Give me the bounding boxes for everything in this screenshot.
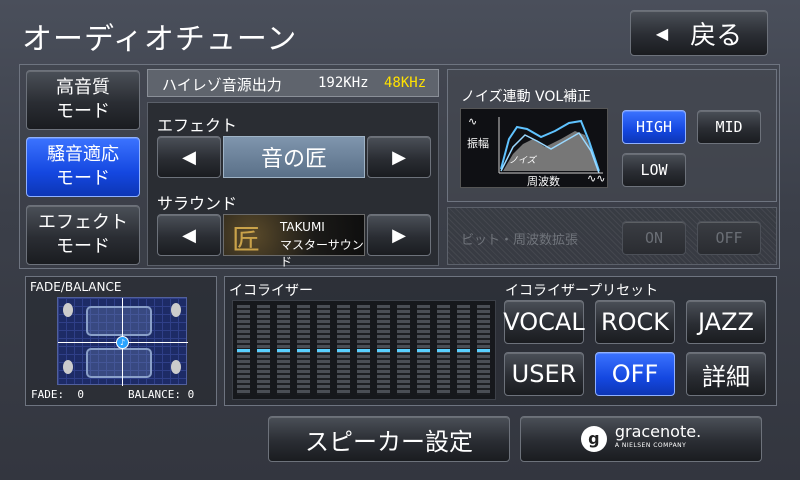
noise-graph: ∿ 振幅 ノイズ 周波数 ∿∿ (460, 108, 608, 188)
bit-off-button[interactable]: OFF (697, 221, 761, 255)
effect-label: エフェクト (157, 116, 238, 135)
left-arrow-icon: ◀ (182, 146, 196, 168)
frequency-wave-icon: ∿∿ (587, 172, 606, 185)
eq-band-level (377, 349, 390, 352)
eq-band-level (237, 349, 250, 352)
speaker-front-left-icon (63, 303, 73, 317)
effect-prev-button[interactable]: ◀ (157, 136, 221, 178)
eq-band-level (357, 349, 370, 352)
equalizer-title: イコライザー (229, 283, 313, 299)
surround-logo-line2: マスターサウンド (280, 238, 364, 269)
hires-rate-192: 192KHz (318, 75, 369, 91)
surround-prev-button[interactable]: ◀ (157, 214, 221, 256)
surround-logo-line1: TAKUMI (280, 220, 325, 234)
graph-noise-label: ノイズ (509, 156, 536, 166)
hires-label: ハイレゾ音源出力 (162, 76, 282, 94)
gracenote-subtitle: A NIELSEN COMPANY (614, 442, 687, 449)
preset-detail-button[interactable]: 詳細 (686, 352, 766, 396)
gracenote-logo-icon: g (580, 426, 607, 452)
eq-band-level (477, 349, 490, 352)
high-quality-mode-button[interactable]: 高音質 モード (26, 70, 140, 130)
bit-on-button[interactable]: ON (622, 221, 686, 255)
surround-next-button[interactable]: ▶ (367, 214, 431, 256)
equalizer-bands[interactable] (232, 300, 496, 400)
effect-next-button[interactable]: ▶ (367, 136, 431, 178)
front-seats-icon (86, 306, 152, 336)
balance-value-text: BALANCE: 0 (128, 388, 195, 401)
right-arrow-icon: ▶ (392, 224, 406, 246)
noise-vol-title: ノイズ連動 VOL補正 (461, 89, 592, 105)
amplitude-wave-icon: ∿ (468, 115, 478, 128)
speaker-front-right-icon (171, 303, 181, 317)
back-label: 戻る (690, 20, 743, 51)
preset-rock-button[interactable]: ROCK (595, 300, 675, 344)
speaker-rear-left-icon (63, 360, 73, 374)
hires-rate-48: 48KHz (384, 75, 427, 91)
noise-low-button[interactable]: LOW (622, 153, 686, 187)
hires-output-bar: ハイレゾ音源出力 192KHz 48KHz (147, 69, 439, 97)
graph-x-label: 周波数 (527, 175, 560, 188)
eq-band-level (257, 349, 270, 352)
noise-mid-button[interactable]: MID (697, 110, 761, 144)
listening-position-marker-icon[interactable]: ♪ (116, 336, 129, 349)
left-arrow-icon: ◀ (182, 224, 196, 246)
back-button[interactable]: ◀ 戻る (630, 10, 768, 56)
rear-seats-icon (86, 348, 152, 378)
preset-off-button[interactable]: OFF (595, 352, 675, 396)
eq-band-level (417, 349, 430, 352)
surround-label: サラウンド (157, 194, 238, 213)
right-arrow-icon: ▶ (392, 146, 406, 168)
back-arrow-icon: ◀ (655, 23, 669, 43)
takumi-emblem-icon: 匠 (232, 223, 261, 256)
fade-balance-grid[interactable]: ♪ (57, 297, 188, 386)
eq-band-level (317, 349, 330, 352)
eq-band-level (297, 349, 310, 352)
preset-jazz-button[interactable]: JAZZ (686, 300, 766, 344)
eq-band-level (397, 349, 410, 352)
surround-logo-display: 匠 TAKUMI マスターサウンド (223, 214, 365, 269)
eq-band-level (457, 349, 470, 352)
effect-value-display: 音の匠 (223, 136, 365, 178)
eq-band-level (437, 349, 450, 352)
gracenote-button[interactable]: g gracenote. A NIELSEN COMPANY (520, 416, 762, 462)
page-title: オーディオチューン (22, 22, 298, 57)
noise-adaptive-mode-button[interactable]: 騒音適応 モード (26, 137, 140, 197)
eq-band-level (337, 349, 350, 352)
noise-high-button[interactable]: HIGH (622, 110, 686, 144)
fade-value-text: FADE: 0 (31, 388, 84, 401)
fade-balance-title: FADE/BALANCE (30, 280, 122, 294)
preset-user-button[interactable]: USER (504, 352, 584, 396)
gracenote-name: gracenote. (614, 422, 702, 441)
speaker-rear-right-icon (171, 360, 181, 374)
preset-title: イコライザープリセット (505, 283, 659, 299)
effect-mode-button[interactable]: エフェクト モード (26, 205, 140, 265)
eq-band-level (277, 349, 290, 352)
preset-vocal-button[interactable]: VOCAL (503, 300, 585, 344)
graph-y-label: 振幅 (467, 137, 489, 150)
speaker-settings-button[interactable]: スピーカー設定 (268, 416, 510, 462)
bit-expansion-label: ビット・周波数拡張 (461, 233, 579, 248)
